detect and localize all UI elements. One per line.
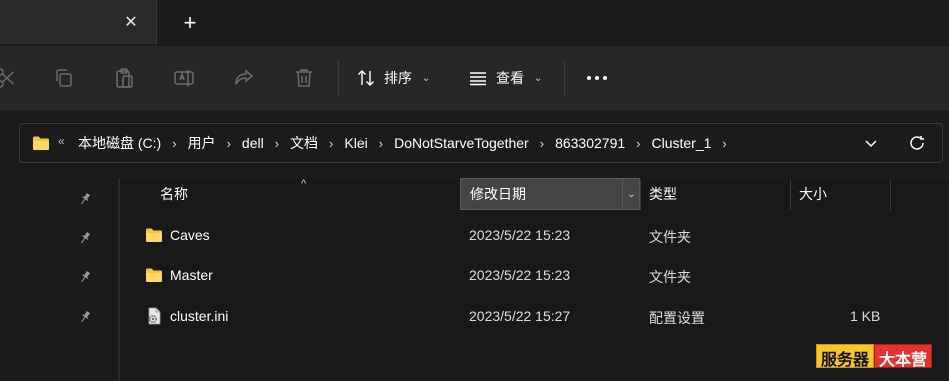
chevron-right-icon[interactable]: › [636,136,640,151]
watermark-part2: 大本营 [874,344,933,369]
file-type: 文件夹 [649,269,691,285]
file-name: Caves [170,227,210,243]
file-date: 2023/5/22 15:23 [469,267,571,283]
settings-file-icon [148,307,161,325]
rename-icon[interactable] [172,66,196,90]
folder-icon [146,268,162,282]
paste-icon[interactable] [112,66,136,90]
navigation-pane [0,178,118,381]
column-header-size[interactable]: 大小 [799,178,889,210]
more-icon [587,76,591,80]
sort-icon [358,70,374,86]
file-row[interactable]: Master 2023/5/22 15:23 文件夹 [120,256,949,296]
chevron-right-icon[interactable]: › [172,136,176,151]
file-size: 1 KB [850,308,881,324]
chevron-down-icon[interactable] [862,134,880,152]
command-bar: 排序 ⌄ 查看 ⌄ [0,46,949,110]
file-name: cluster.ini [170,308,229,324]
breadcrumb-item[interactable]: DoNotStarveTogether [392,135,531,151]
view-icon [470,72,486,86]
pin-icon [81,192,91,205]
file-date: 2023/5/22 15:27 [469,308,571,324]
file-date: 2023/5/22 15:23 [469,227,571,243]
breadcrumb-item[interactable]: 本地磁盘 (C:) [76,133,163,153]
view-label: 查看 [496,70,524,86]
address-bar[interactable]: « 本地磁盘 (C:) › 用户 › dell › 文档 › Klei › Do… [19,123,943,163]
toolbar-divider [338,60,339,96]
pin-icon [81,270,91,283]
folder-icon [33,136,49,150]
chevron-right-icon[interactable]: › [379,136,383,151]
share-icon[interactable] [232,66,256,90]
address-row: « 本地磁盘 (C:) › 用户 › dell › 文档 › Klei › Do… [0,110,949,178]
refresh-icon[interactable] [908,134,926,152]
file-type: 文件夹 [649,229,691,245]
more-options-button[interactable] [582,64,612,92]
column-header-name[interactable]: 名称 [160,178,460,210]
new-tab-button[interactable]: + [178,12,202,36]
toolbar-divider [564,60,565,96]
breadcrumb-item[interactable]: dell [240,135,266,151]
chevron-down-icon: ⌄ [422,72,431,84]
column-divider[interactable] [790,180,791,210]
file-row[interactable]: cluster.ini 2023/5/22 15:27 配置设置 1 KB [120,297,949,337]
file-type: 配置设置 [649,310,705,326]
copy-icon[interactable] [52,66,76,90]
column-header-type[interactable]: 类型 [649,178,789,210]
column-divider[interactable] [640,180,641,210]
column-header-date-label[interactable]: 修改日期 [470,178,620,210]
delete-icon[interactable] [292,66,316,90]
breadcrumb-overflow-icon[interactable]: « [58,134,65,148]
chevron-right-icon[interactable]: › [540,136,544,151]
watermark-part1: 服务器 [816,344,875,369]
pin-icon [81,231,91,244]
close-tab-icon[interactable]: ✕ [120,12,142,34]
column-divider[interactable] [890,180,891,210]
pin-icon [81,310,91,323]
tab-strip: ✕ + [0,0,949,46]
chevron-right-icon[interactable]: › [329,136,333,151]
breadcrumb-item-current[interactable]: Cluster_1 [650,135,714,151]
folder-icon [146,228,162,242]
sort-button[interactable]: 排序 ⌄ [356,64,430,92]
chevron-right-icon[interactable]: › [722,136,726,151]
chevron-right-icon[interactable]: › [275,136,279,151]
file-name: Master [170,267,213,283]
column-filter-dropdown-icon[interactable]: ⌄ [622,178,640,210]
chevron-down-icon: ⌄ [534,72,543,84]
breadcrumb-item[interactable]: Klei [342,135,369,151]
sort-label: 排序 [384,70,412,86]
breadcrumb-item[interactable]: 用户 [186,133,218,153]
view-button[interactable]: 查看 ⌄ [468,64,542,92]
breadcrumb-item[interactable]: 863302791 [553,135,627,151]
breadcrumb: 本地磁盘 (C:) › 用户 › dell › 文档 › Klei › DoNo… [76,124,736,162]
active-tab[interactable]: ✕ [0,0,157,44]
watermark-logo: 服务器 大本营 [816,344,933,369]
file-row[interactable]: Caves 2023/5/22 15:23 文件夹 [120,216,949,256]
cut-icon[interactable] [0,66,18,90]
chevron-right-icon[interactable]: › [227,136,231,151]
breadcrumb-item[interactable]: 文档 [288,133,320,153]
